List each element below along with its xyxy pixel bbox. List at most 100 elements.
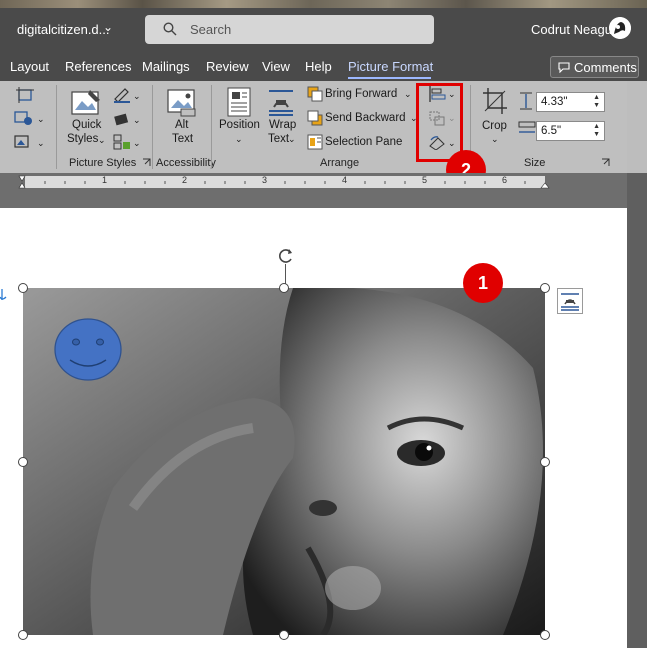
resize-handle[interactable] <box>279 630 289 640</box>
tab-picture-format[interactable]: Picture Format <box>348 59 433 74</box>
comments-label: Comments <box>574 60 637 75</box>
title-bar: digitalcitizen.d... ⌄ Search Codrut Neag… <box>0 0 647 55</box>
height-icon <box>520 92 532 110</box>
tab-view[interactable]: View <box>262 59 290 74</box>
dialog-launcher-icon[interactable] <box>142 158 151 167</box>
send-backward-label[interactable]: Send Backward <box>325 112 406 124</box>
resize-handle[interactable] <box>540 630 550 640</box>
dialog-launcher-icon[interactable] <box>601 158 610 167</box>
scroll-area[interactable] <box>627 173 647 648</box>
smiley-face-shape[interactable] <box>54 318 122 381</box>
selection-pane-label[interactable]: Selection Pane <box>325 136 402 148</box>
tab-review[interactable]: Review <box>206 59 249 74</box>
wrap-text-label[interactable]: Wrap <box>269 119 296 131</box>
group-label-picture-styles: Picture Styles <box>69 157 137 169</box>
height-value: 4.33" <box>541 96 568 108</box>
group-label-arrange: Arrange <box>320 157 360 169</box>
user-name[interactable]: Codrut Neagu <box>531 22 612 37</box>
chevron-down-icon[interactable]: ⌄ <box>235 134 243 145</box>
divider <box>56 85 57 169</box>
search-box[interactable]: Search <box>145 15 434 44</box>
search-placeholder: Search <box>190 22 232 37</box>
change-picture-icon[interactable] <box>14 134 34 150</box>
resize-handle[interactable] <box>18 630 28 640</box>
picture-effects-icon[interactable] <box>113 111 131 127</box>
tab-references[interactable]: References <box>65 59 131 74</box>
position-label[interactable]: Position <box>219 119 260 131</box>
chevron-down-icon[interactable]: ⌄ <box>103 20 113 34</box>
crop-label[interactable]: Crop <box>482 120 507 132</box>
tab-help[interactable]: Help <box>305 59 332 74</box>
wrap-text-icon[interactable] <box>267 87 295 117</box>
comments-button[interactable]: Comments <box>550 56 639 78</box>
chevron-down-icon[interactable]: ⌄ <box>404 89 412 100</box>
ruler-number: 4 <box>342 175 348 185</box>
height-spinner[interactable]: ▲ ▼ <box>593 94 600 110</box>
ribbon: ⌄ ⌄ Quick Styles ⌄ ⌄ ⌄ ⌄ Picture Styles … <box>0 81 627 173</box>
chevron-down-icon[interactable]: ⌄ <box>133 115 141 126</box>
comment-icon <box>558 62 570 73</box>
bring-forward-icon[interactable] <box>307 86 323 102</box>
remove-background-icon[interactable] <box>16 87 34 103</box>
group-label-size: Size <box>524 157 546 169</box>
picture-border-icon[interactable] <box>113 87 131 103</box>
width-spinner[interactable]: ▲ ▼ <box>593 123 600 139</box>
alt-text-label[interactable]: Alt <box>175 119 188 131</box>
tab-layout[interactable]: Layout <box>10 59 49 74</box>
chevron-down-icon[interactable]: ⌄ <box>98 135 106 146</box>
anchor-icon <box>0 289 7 300</box>
chevron-down-icon[interactable]: ⌄ <box>37 114 45 125</box>
rotate-handle-icon[interactable] <box>276 246 296 266</box>
resize-handle[interactable] <box>540 283 550 293</box>
active-tab-indicator <box>348 77 431 79</box>
callout-badge-1: 1 <box>463 263 503 303</box>
chevron-down-icon[interactable]: ⌄ <box>288 134 296 145</box>
ruler: 1 2 3 4 5 6 <box>0 173 627 191</box>
highlight-box <box>416 83 463 162</box>
quick-styles-icon[interactable] <box>70 88 102 118</box>
ruler-number: 1 <box>102 175 108 185</box>
chevron-down-icon[interactable]: ⌄ <box>133 138 141 149</box>
quick-styles-label[interactable]: Quick <box>72 119 101 131</box>
alt-text-icon[interactable] <box>167 89 197 117</box>
document-background <box>0 191 627 208</box>
tab-mailings[interactable]: Mailings <box>142 59 190 74</box>
crop-icon[interactable] <box>482 87 508 115</box>
width-field[interactable]: 6.5" ▲ ▼ <box>536 121 605 141</box>
ruler-ticks <box>18 175 550 189</box>
ruler-number: 2 <box>182 175 188 185</box>
ruler-number: 5 <box>422 175 428 185</box>
group-label-accessibility: Accessibility <box>156 157 216 169</box>
width-icon <box>518 121 536 133</box>
chevron-down-icon[interactable]: ⌄ <box>491 134 499 145</box>
height-field[interactable]: 4.33" ▲ ▼ <box>536 92 605 112</box>
selection-pane-icon[interactable] <box>307 134 323 150</box>
ribbon-tabs: Layout References Mailings Review View H… <box>0 55 647 81</box>
chevron-down-icon[interactable]: ⌄ <box>133 91 141 102</box>
divider <box>152 85 153 169</box>
ruler-number: 6 <box>502 175 508 185</box>
wrap-text-label-2[interactable]: Text <box>268 133 289 145</box>
resize-handle[interactable] <box>18 283 28 293</box>
selected-picture[interactable] <box>23 288 545 635</box>
layout-options-button[interactable] <box>557 288 583 314</box>
wrap-text-icon <box>561 293 579 311</box>
ruler-number: 3 <box>262 175 268 185</box>
send-backward-icon[interactable] <box>307 110 323 126</box>
picture-layout-icon[interactable] <box>113 134 131 150</box>
divider <box>211 85 212 169</box>
document-title[interactable]: digitalcitizen.d... <box>17 22 110 37</box>
alt-text-label-2[interactable]: Text <box>172 133 193 145</box>
resize-handle[interactable] <box>540 457 550 467</box>
avatar[interactable] <box>609 17 631 39</box>
resize-handle[interactable] <box>18 457 28 467</box>
background-banner <box>0 0 647 8</box>
position-icon[interactable] <box>226 87 252 117</box>
chevron-down-icon[interactable]: ⌄ <box>37 138 45 149</box>
width-value: 6.5" <box>541 125 562 137</box>
quick-styles-label-2[interactable]: Styles <box>67 133 98 145</box>
resize-handle[interactable] <box>279 283 289 293</box>
corrections-icon[interactable] <box>14 110 34 126</box>
bring-forward-label[interactable]: Bring Forward <box>325 88 397 100</box>
search-icon <box>163 22 177 36</box>
